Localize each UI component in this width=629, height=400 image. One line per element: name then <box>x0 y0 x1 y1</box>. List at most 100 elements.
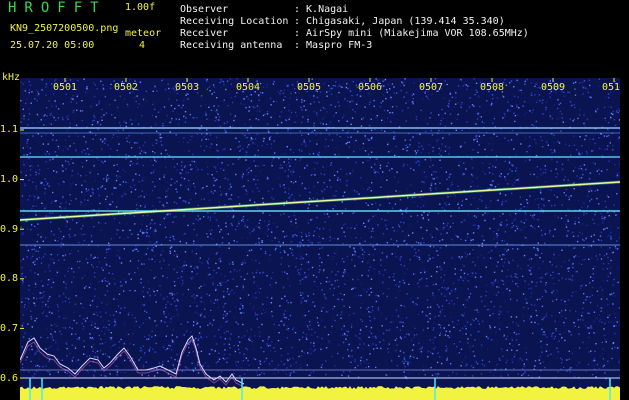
noise-dot <box>283 236 286 238</box>
noise-dot <box>397 316 400 318</box>
noise-dot <box>201 139 203 141</box>
noise-dot <box>426 278 428 280</box>
noise-dot <box>292 254 294 257</box>
noise-dot <box>55 274 57 277</box>
noise-dot <box>585 284 587 287</box>
noise-dot <box>185 242 188 244</box>
noise-dot <box>224 204 226 206</box>
noise-dot <box>165 236 167 238</box>
noise-dot <box>227 233 229 235</box>
noise-dot <box>45 348 47 350</box>
noise-dot <box>165 190 168 192</box>
noise-dot <box>93 272 96 274</box>
noise-dot <box>79 363 81 365</box>
noise-dot <box>224 349 226 351</box>
noise-dot <box>37 152 39 154</box>
noise-dot <box>349 172 351 175</box>
noise-dot <box>45 153 47 156</box>
noise-dot <box>493 117 496 120</box>
noise-dot <box>579 108 581 111</box>
noise-dot <box>458 164 460 167</box>
noise-dot <box>202 365 204 367</box>
noise-dot <box>37 165 39 167</box>
noise-dot <box>83 233 86 236</box>
noise-dot <box>66 355 68 357</box>
noise-dot <box>262 309 265 311</box>
noise-dot <box>512 280 514 282</box>
noise-dot <box>172 363 174 365</box>
noise-dot <box>560 299 563 301</box>
noise-dot <box>263 220 266 222</box>
noise-dot <box>551 159 553 161</box>
noise-dot <box>234 116 236 118</box>
noise-dot <box>561 316 564 318</box>
noise-dot <box>464 252 467 254</box>
noise-dot <box>62 103 64 105</box>
noise-dot <box>581 85 584 87</box>
meteor-count: 4 <box>139 40 146 51</box>
noise-dot <box>313 111 315 113</box>
noise-dot <box>504 258 507 260</box>
noise-dot <box>254 138 257 140</box>
noise-dot <box>446 232 448 234</box>
noise-dot <box>464 374 466 377</box>
noise-dot <box>392 276 394 278</box>
noise-dot <box>544 180 546 183</box>
noise-dot <box>442 228 444 230</box>
noise-dot <box>69 326 71 329</box>
noise-dot <box>218 267 220 269</box>
noise-dot <box>291 194 293 196</box>
noise-dot <box>506 326 508 328</box>
noise-dot <box>32 261 34 264</box>
noise-dot <box>120 285 122 287</box>
noise-dot <box>207 236 209 238</box>
noise-dot <box>213 335 216 337</box>
noise-dot <box>154 229 156 231</box>
noise-dot <box>387 348 389 350</box>
noise-dot <box>128 312 130 314</box>
noise-dot <box>293 214 296 217</box>
noise-dot <box>504 248 506 250</box>
noise-dot <box>159 136 161 139</box>
noise-dot <box>185 186 187 188</box>
noise-dot <box>612 292 615 294</box>
noise-dot <box>474 309 476 311</box>
noise-dot <box>186 329 188 332</box>
noise-dot <box>285 164 288 166</box>
noise-dot <box>460 238 462 241</box>
noise-dot <box>587 205 589 207</box>
noise-dot <box>34 225 36 228</box>
noise-dot <box>525 112 527 114</box>
noise-dot <box>525 358 528 361</box>
noise-dot <box>167 188 169 190</box>
noise-dot <box>192 222 195 225</box>
noise-dot <box>46 315 48 318</box>
noise-dot <box>534 228 536 230</box>
noise-dot <box>49 159 51 161</box>
noise-dot <box>24 332 26 334</box>
noise-dot <box>325 347 328 349</box>
noise-dot <box>301 256 303 258</box>
noise-dot <box>427 219 430 221</box>
noise-dot <box>135 173 137 175</box>
noise-dot <box>64 254 67 256</box>
noise-dot <box>367 306 370 309</box>
noise-dot <box>349 356 351 358</box>
noise-dot <box>506 335 509 337</box>
noise-dot <box>310 174 313 176</box>
noise-dot <box>507 249 509 251</box>
noise-dot <box>351 117 354 119</box>
noise-dot <box>560 357 562 359</box>
noise-dot <box>290 171 292 173</box>
noise-dot <box>365 202 367 204</box>
noise-dot <box>92 328 94 330</box>
noise-dot <box>449 113 452 115</box>
noise-dot <box>437 212 440 215</box>
noise-dot <box>362 117 365 119</box>
noise-dot <box>230 96 233 99</box>
noise-dot <box>41 312 44 315</box>
noise-dot <box>403 358 406 360</box>
noise-dot <box>477 320 479 322</box>
noise-dot <box>581 94 583 96</box>
noise-dot <box>326 95 328 97</box>
